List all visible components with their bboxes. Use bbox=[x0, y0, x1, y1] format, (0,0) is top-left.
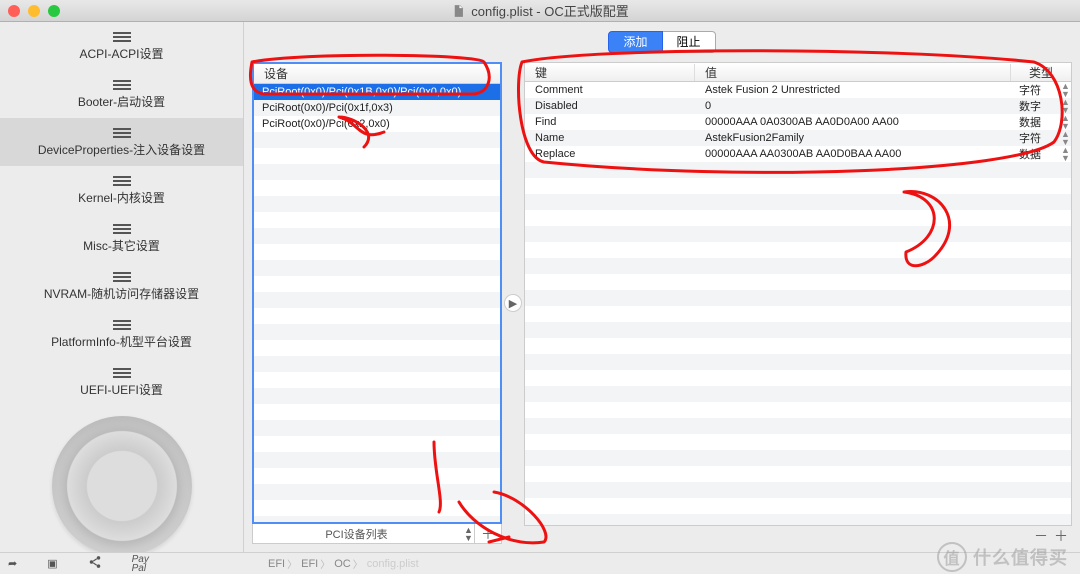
cell-key[interactable]: Disabled bbox=[525, 100, 695, 112]
sidebar-item-kernel[interactable]: Kernel-内核设置 bbox=[0, 166, 243, 214]
cell-val[interactable]: Astek Fusion 2 Unrestricted bbox=[695, 84, 1003, 96]
properties-footer: － ＋ bbox=[524, 526, 1072, 544]
content-area: 添加 阻止 设备 PciRoot(0x0)/Pci(0x1B,0x0)/Pci(… bbox=[244, 22, 1080, 552]
arrow-right-icon[interactable]: ▶ bbox=[504, 294, 522, 312]
table-row[interactable]: Replace 00000AAA AA0300AB AA0D0BAA AA00 … bbox=[525, 146, 1071, 162]
panel-gap: ▶ bbox=[502, 62, 524, 544]
maximize-icon[interactable] bbox=[48, 5, 60, 17]
sidebar-item-label: NVRAM-随机访问存储器设置 bbox=[44, 285, 199, 302]
cell-type[interactable]: 数据 bbox=[1003, 146, 1051, 162]
table-row[interactable]: Find 00000AAA 0A0300AB AA0D0A00 AA00 数据 … bbox=[525, 114, 1071, 130]
traffic-lights bbox=[8, 5, 60, 17]
back-icon[interactable]: ➦ bbox=[8, 557, 17, 570]
list-icon bbox=[113, 175, 131, 187]
stepper-icon[interactable]: ▲▼ bbox=[460, 526, 474, 542]
list-icon bbox=[113, 367, 131, 379]
properties-panel: 键 值 类型 Comment Astek Fusion 2 Unrestrict… bbox=[524, 62, 1072, 544]
sidebar-item-label: PlatformInfo-机型平台设置 bbox=[51, 333, 192, 350]
paypal-icon[interactable]: PayPal bbox=[132, 555, 149, 573]
sidebar-item-label: DeviceProperties-注入设备设置 bbox=[38, 141, 205, 158]
stepper-icon[interactable]: ▲▼ bbox=[1051, 98, 1071, 114]
sidebar-item-acpi[interactable]: ACPI-ACPI设置 bbox=[0, 22, 243, 70]
stepper-icon[interactable]: ▲▼ bbox=[1051, 130, 1071, 146]
cell-key[interactable]: Name bbox=[525, 132, 695, 144]
add-button[interactable]: 添加 bbox=[608, 31, 662, 53]
sidebar-item-label: ACPI-ACPI设置 bbox=[79, 45, 163, 62]
sidebar-item-label: Kernel-内核设置 bbox=[78, 189, 165, 206]
breadcrumb[interactable]: EFI EFI OC config.plist bbox=[268, 556, 419, 571]
cell-val[interactable]: 00000AAA 0A0300AB AA0D0A00 AA00 bbox=[695, 116, 1003, 128]
stepper-icon[interactable]: ▲▼ bbox=[1051, 146, 1071, 162]
add-row-button[interactable]: ＋ bbox=[1054, 526, 1068, 546]
sidebar-item-platforminfo[interactable]: PlatformInfo-机型平台设置 bbox=[0, 310, 243, 358]
sidebar-item-label: UEFI-UEFI设置 bbox=[80, 381, 163, 398]
table-row[interactable]: Comment Astek Fusion 2 Unrestricted 字符 ▲… bbox=[525, 82, 1071, 98]
cell-type[interactable]: 数据 bbox=[1003, 114, 1051, 130]
sidebar-item-nvram[interactable]: NVRAM-随机访问存储器设置 bbox=[0, 262, 243, 310]
device-list-label[interactable]: PCI设备列表 bbox=[253, 526, 460, 542]
list-icon bbox=[113, 31, 131, 43]
cell-key[interactable]: Replace bbox=[525, 148, 695, 160]
cell-val[interactable]: AstekFusion2Family bbox=[695, 132, 1003, 144]
sidebar-item-booter[interactable]: Booter-启动设置 bbox=[0, 70, 243, 118]
jog-dial[interactable] bbox=[52, 416, 192, 552]
document-icon bbox=[451, 4, 465, 18]
table-row[interactable]: Disabled 0 数字 ▲▼ bbox=[525, 98, 1071, 114]
cell-val[interactable]: 0 bbox=[695, 100, 1003, 112]
col-key[interactable]: 键 bbox=[525, 64, 695, 81]
device-footer: PCI设备列表 ▲▼ ＋ bbox=[252, 524, 502, 544]
window-title-area: config.plist - OC正式版配置 bbox=[451, 1, 628, 20]
table-row[interactable]: Name AstekFusion2Family 字符 ▲▼ bbox=[525, 130, 1071, 146]
cell-key[interactable]: Comment bbox=[525, 84, 695, 96]
add-device-button[interactable]: ＋ bbox=[474, 524, 501, 544]
breadcrumb-item[interactable]: config.plist bbox=[367, 556, 419, 571]
properties-header: 键 值 类型 bbox=[524, 62, 1072, 82]
breadcrumb-item[interactable]: EFI bbox=[301, 556, 332, 571]
list-icon bbox=[113, 223, 131, 235]
titlebar: config.plist - OC正式版配置 bbox=[0, 0, 1080, 22]
window-title: config.plist - OC正式版配置 bbox=[471, 1, 628, 20]
table-row[interactable]: PciRoot(0x0)/Pci(0x1f,0x3) bbox=[254, 100, 500, 116]
device-table-header[interactable]: 设备 bbox=[254, 64, 500, 84]
table-row[interactable]: PciRoot(0x0)/Pci(0x1B,0x0)/Pci(0x0,0x0) bbox=[254, 84, 500, 100]
close-icon[interactable] bbox=[8, 5, 20, 17]
device-panel: 设备 PciRoot(0x0)/Pci(0x1B,0x0)/Pci(0x0,0x… bbox=[252, 62, 502, 544]
list-icon bbox=[113, 127, 131, 139]
cell-key[interactable]: Find bbox=[525, 116, 695, 128]
sidebar-item-deviceproperties[interactable]: DeviceProperties-注入设备设置 bbox=[0, 118, 243, 166]
share-icon[interactable] bbox=[88, 555, 102, 572]
table-row[interactable]: PciRoot(0x0)/Pci(0x2,0x0) bbox=[254, 116, 500, 132]
cell-type[interactable]: 数字 bbox=[1003, 98, 1051, 114]
remove-row-button[interactable]: － bbox=[1034, 526, 1048, 546]
cell-type[interactable]: 字符 bbox=[1003, 130, 1051, 146]
list-icon bbox=[113, 271, 131, 283]
cell-val[interactable]: 00000AAA AA0300AB AA0D0BAA AA00 bbox=[695, 148, 1003, 160]
segmented-control: 添加 阻止 bbox=[244, 22, 1080, 62]
sidebar-item-uefi[interactable]: UEFI-UEFI设置 bbox=[0, 358, 243, 406]
device-table[interactable]: 设备 PciRoot(0x0)/Pci(0x1B,0x0)/Pci(0x0,0x… bbox=[252, 62, 502, 524]
block-button[interactable]: 阻止 bbox=[663, 31, 716, 53]
cell-type[interactable]: 字符 bbox=[1003, 82, 1051, 98]
col-val[interactable]: 值 bbox=[695, 64, 1011, 81]
sidebar-item-misc[interactable]: Misc-其它设置 bbox=[0, 214, 243, 262]
sidebar: ACPI-ACPI设置 Booter-启动设置 DeviceProperties… bbox=[0, 22, 244, 552]
list-icon bbox=[113, 79, 131, 91]
stepper-icon[interactable]: ▲▼ bbox=[1051, 114, 1071, 130]
device-table-body: PciRoot(0x0)/Pci(0x1B,0x0)/Pci(0x0,0x0) … bbox=[254, 84, 500, 522]
properties-body: Comment Astek Fusion 2 Unrestricted 字符 ▲… bbox=[524, 82, 1072, 526]
sidebar-item-label: Misc-其它设置 bbox=[83, 237, 160, 254]
breadcrumb-item[interactable]: EFI bbox=[268, 556, 299, 571]
sidebar-item-label: Booter-启动设置 bbox=[78, 93, 165, 110]
minimize-icon[interactable] bbox=[28, 5, 40, 17]
stepper-icon[interactable]: ▲▼ bbox=[1051, 82, 1071, 98]
export-icon[interactable]: ▣ bbox=[47, 557, 57, 570]
col-type[interactable]: 类型 bbox=[1011, 64, 1071, 81]
breadcrumb-item[interactable]: OC bbox=[334, 556, 365, 571]
bottom-icons: ➦ ▣ PayPal bbox=[8, 555, 238, 573]
bottom-bar: ➦ ▣ PayPal EFI EFI OC config.plist bbox=[0, 552, 1080, 574]
list-icon bbox=[113, 319, 131, 331]
